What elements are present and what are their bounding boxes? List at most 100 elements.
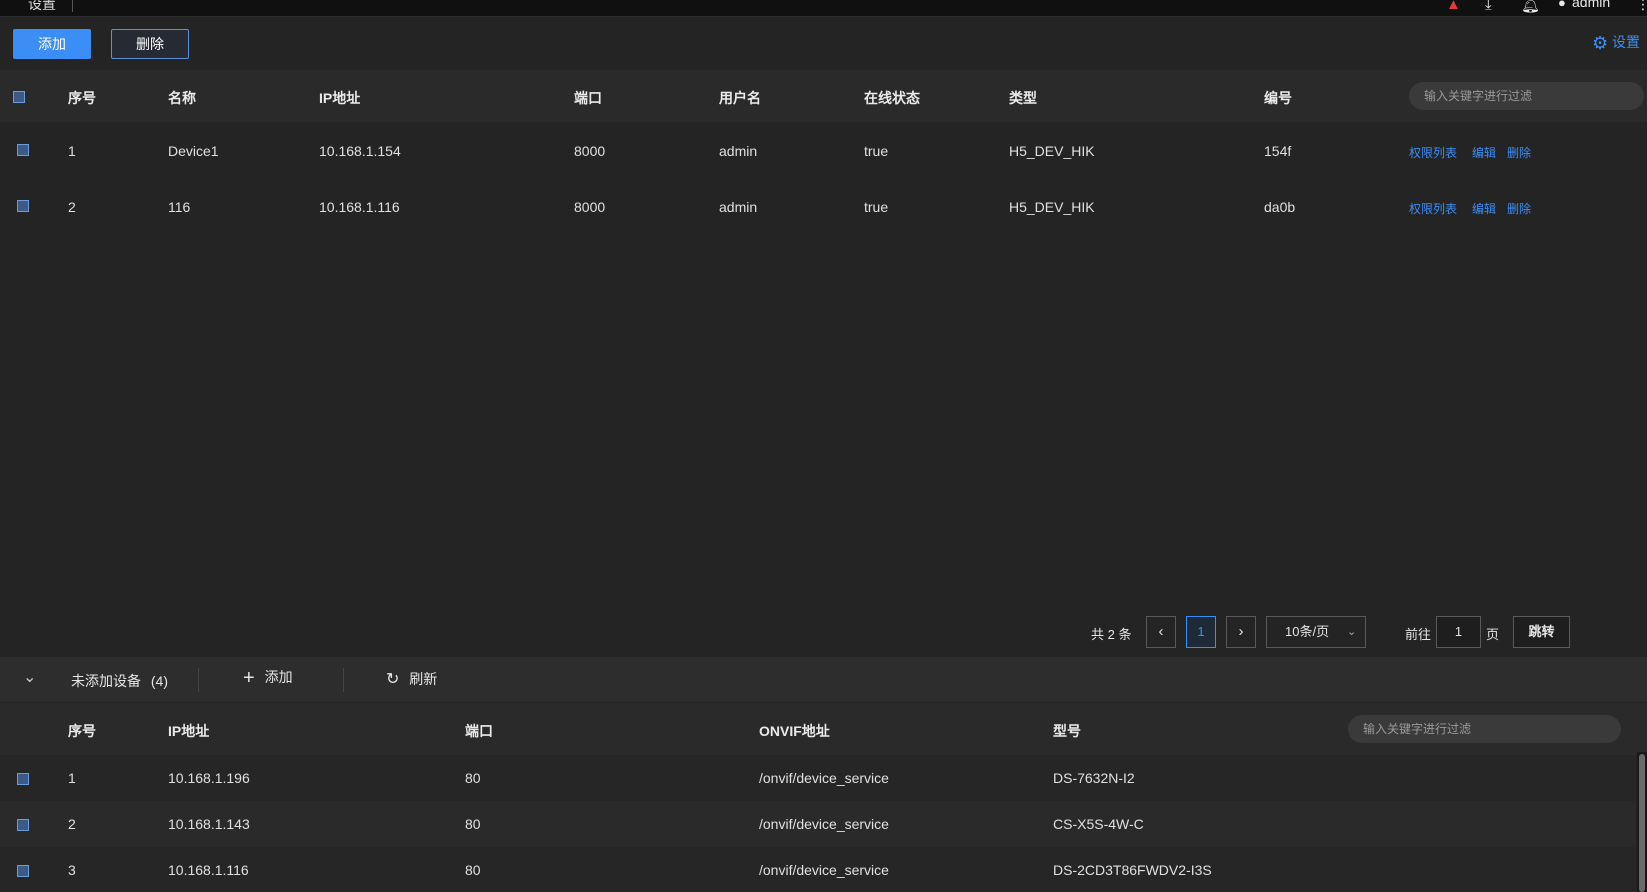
next-page-button[interactable]: › (1226, 616, 1256, 648)
plus-icon: + (243, 667, 255, 689)
col-username: 用户名 (719, 90, 761, 106)
more-icon[interactable]: ⋮ (1636, 0, 1647, 13)
toolbar-divider (198, 668, 199, 692)
cell-port: 80 (465, 816, 481, 832)
col-model: 型号 (1053, 723, 1081, 739)
col-name: 名称 (168, 90, 196, 106)
cell-ip: 10.168.1.154 (319, 143, 401, 159)
cell-port: 8000 (574, 199, 606, 215)
total-count: 共 2 条 (1091, 627, 1132, 642)
title-divider (72, 0, 73, 12)
cell-online: true (864, 199, 889, 215)
edit-link[interactable]: 编辑 (1472, 144, 1496, 161)
gear-icon: ⚙ (1592, 33, 1609, 53)
refresh-button[interactable]: ↻ 刷新 (386, 669, 437, 689)
settings-link[interactable]: ⚙ 设置 (1592, 32, 1640, 54)
cell-type: H5_DEV_HIK (1009, 143, 1095, 159)
delete-button[interactable]: 删除 (111, 29, 189, 59)
user-name[interactable]: admin (1572, 0, 1610, 10)
top-bar: 设置 ▲ ⤓ 🔔︎ ● admin ⋮ (0, 0, 1647, 17)
device-search-input[interactable]: 输入关键字进行过滤 (1409, 82, 1644, 110)
toolbar-divider (343, 668, 344, 692)
cell-onvif: /onvif/device_service (759, 862, 889, 878)
cell-ip: 10.168.1.143 (168, 816, 250, 832)
cell-code: da0b (1264, 199, 1296, 215)
delete-link[interactable]: 删除 (1507, 144, 1531, 161)
cell-model: DS-2CD3T86FWDV2-I3S (1053, 862, 1212, 878)
unadded-devices-toolbar: ⌄ 未添加设备 (4) + 添加 ↻ 刷新 (0, 657, 1647, 702)
refresh-icon: ↻ (386, 671, 400, 688)
cell-port: 80 (465, 770, 481, 786)
cell-model: DS-7632N-I2 (1053, 770, 1135, 786)
row-checkbox[interactable] (17, 773, 29, 785)
page-number-button[interactable]: 1 (1186, 616, 1216, 648)
warning-icon[interactable]: ▲ (1446, 0, 1461, 13)
permissions-link[interactable]: 权限列表 (1409, 200, 1457, 217)
cell-code: 154f (1264, 143, 1292, 159)
cell-username: admin (719, 199, 758, 215)
col-type: 类型 (1009, 90, 1037, 106)
add-button[interactable]: 添加 (13, 29, 91, 59)
cell-online: true (864, 143, 889, 159)
select-all-checkbox[interactable] (13, 91, 25, 103)
delete-link[interactable]: 删除 (1507, 200, 1531, 217)
cell-index: 3 (68, 862, 76, 878)
row-checkbox[interactable] (17, 865, 29, 877)
prev-page-button[interactable]: ‹ (1146, 616, 1176, 648)
cell-type: H5_DEV_HIK (1009, 199, 1095, 215)
goto-page-input[interactable]: 1 (1436, 616, 1481, 648)
cell-username: admin (719, 143, 758, 159)
device-table-header: 序号 名称 IP地址 端口 用户名 在线状态 类型 编号 输入关键字进行过滤 (0, 70, 1647, 122)
cell-model: CS-X5S-4W-C (1053, 816, 1144, 832)
settings-label: 设置 (1612, 34, 1641, 50)
unadded-add-label: 添加 (264, 669, 293, 685)
bell-icon[interactable]: 🔔︎ (1521, 0, 1540, 14)
col-index: 序号 (68, 723, 96, 739)
page-size-select[interactable]: 10条/页 ⌄ (1266, 616, 1366, 648)
list-item: 2 10.168.1.143 80 /onvif/device_service … (0, 801, 1636, 847)
permissions-link[interactable]: 权限列表 (1409, 144, 1457, 161)
page-title: 设置 (28, 0, 56, 12)
col-ip: IP地址 (168, 723, 210, 739)
collapse-icon[interactable]: ⌄ (23, 667, 36, 687)
page-size-value: 10条/页 (1285, 624, 1330, 639)
row-checkbox[interactable] (17, 819, 29, 831)
col-index: 序号 (68, 90, 96, 106)
cell-index: 2 (68, 199, 76, 215)
user-icon: ● (1558, 0, 1566, 10)
cell-name: Device1 (168, 143, 219, 159)
unadded-title: 未添加设备 (4) (71, 671, 168, 691)
col-online: 在线状态 (864, 90, 920, 106)
cell-port: 8000 (574, 143, 606, 159)
cell-index: 2 (68, 816, 76, 832)
unadded-table-header: 序号 IP地址 端口 ONVIF地址 型号 输入关键字进行过滤 (0, 703, 1647, 755)
list-item: 1 10.168.1.196 80 /onvif/device_service … (0, 755, 1636, 801)
cell-index: 1 (68, 770, 76, 786)
edit-link[interactable]: 编辑 (1472, 200, 1496, 217)
list-item: 3 10.168.1.116 80 /onvif/device_service … (0, 847, 1636, 892)
unadded-add-button[interactable]: + 添加 (243, 667, 293, 690)
chevron-right-icon: › (1238, 623, 1244, 640)
chevron-down-icon: ⌄ (1347, 626, 1357, 638)
jump-button[interactable]: 跳转 (1513, 616, 1570, 648)
unadded-search-input[interactable]: 输入关键字进行过滤 (1348, 715, 1621, 743)
col-port: 端口 (574, 90, 602, 106)
goto-suffix: 页 (1486, 627, 1500, 642)
row-checkbox[interactable] (17, 200, 29, 212)
cell-onvif: /onvif/device_service (759, 770, 889, 786)
cell-index: 1 (68, 143, 76, 159)
table-row: 2 116 10.168.1.116 8000 admin true H5_DE… (0, 178, 1647, 234)
table-row: 1 Device1 10.168.1.154 8000 admin true H… (0, 122, 1647, 178)
download-icon[interactable]: ⤓ (1485, 0, 1492, 13)
cell-port: 80 (465, 862, 481, 878)
cell-name: 116 (168, 199, 191, 215)
row-checkbox[interactable] (17, 144, 29, 156)
col-ip: IP地址 (319, 90, 361, 106)
cell-ip: 10.168.1.116 (319, 199, 400, 215)
unadded-count: (4) (150, 673, 169, 689)
cell-ip: 10.168.1.116 (168, 862, 249, 878)
cell-ip: 10.168.1.196 (168, 770, 250, 786)
refresh-label: 刷新 (409, 671, 438, 687)
scrollbar-thumb[interactable] (1639, 754, 1645, 892)
cell-onvif: /onvif/device_service (759, 816, 889, 832)
